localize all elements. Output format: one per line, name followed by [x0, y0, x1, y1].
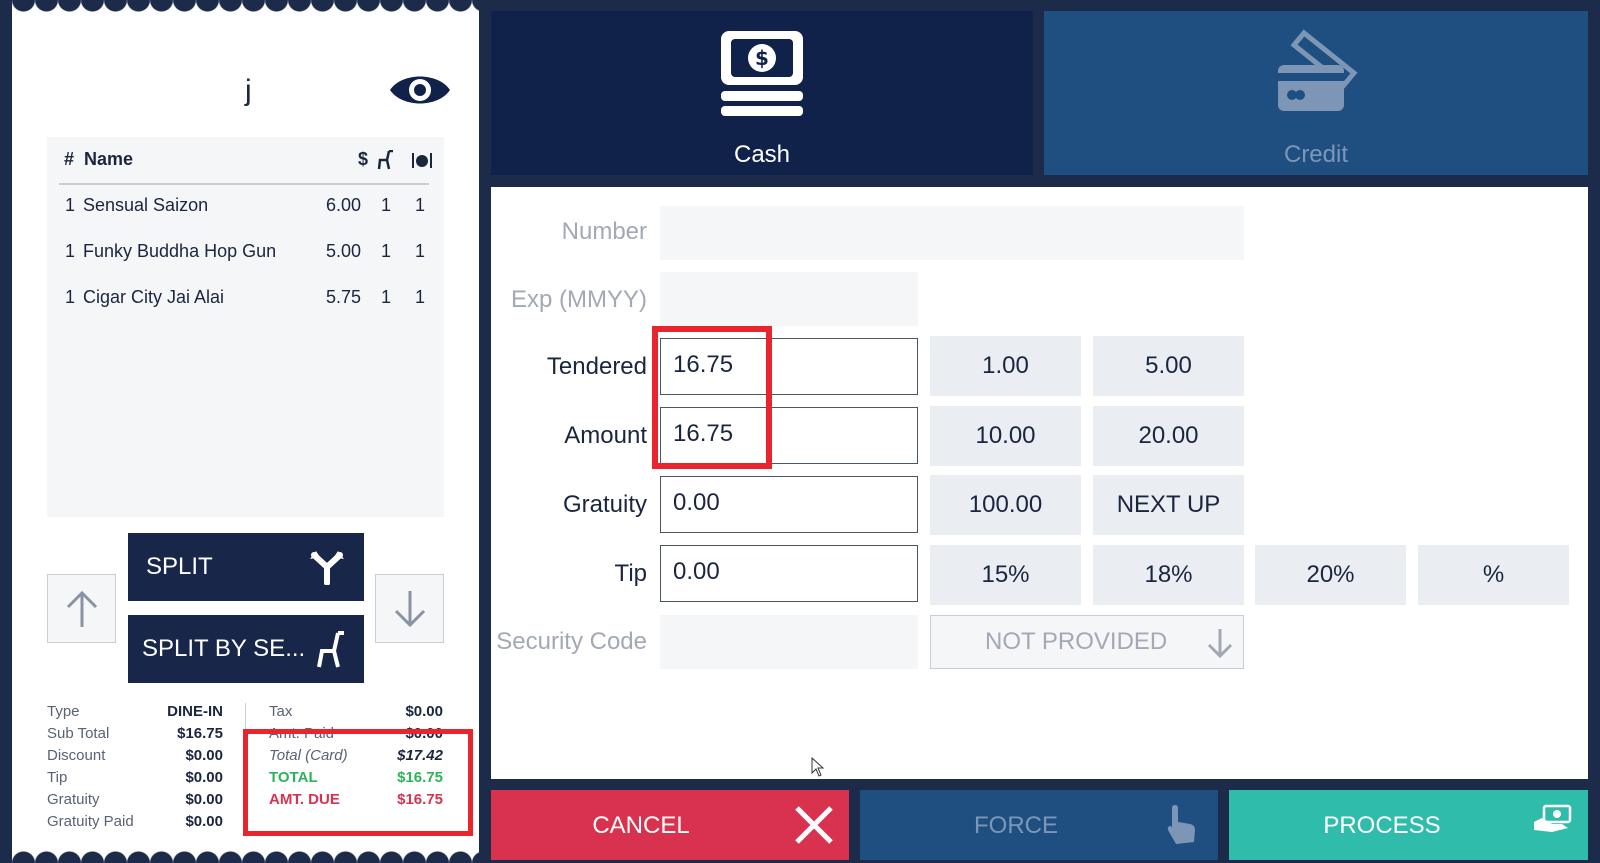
quick-amount-button[interactable]: 10.00 [930, 406, 1081, 466]
header-name: Name [84, 149, 134, 169]
amount-label: Amount [564, 422, 647, 449]
exp-label: Exp (MMYY) [510, 286, 647, 313]
item-name: Cigar City Jai Alai [83, 287, 225, 307]
summary-row: Discount $0.00 [47, 747, 223, 764]
split-icon [310, 551, 344, 585]
arrow-down-icon [1207, 629, 1233, 659]
tip-18-button[interactable]: 18% [1093, 545, 1244, 605]
tab-cash[interactable]: $ Cash [491, 11, 1033, 175]
item-qty: 1 [65, 241, 76, 261]
item-seat: 1 [381, 241, 392, 261]
mouse-cursor-icon [811, 757, 825, 777]
gratuity-field[interactable]: 0.00 [660, 476, 918, 533]
item-name: Funky Buddha Hop Gun [83, 241, 277, 261]
tab-credit-label: Credit [1283, 141, 1349, 168]
eye-icon[interactable] [388, 70, 452, 110]
gratuity-label: Gratuity [562, 491, 647, 518]
tip-15-button[interactable]: 15% [930, 545, 1081, 605]
order-items-list: # Name $ 1 Sensual Saizon 6.00 1 1 1 Fun… [47, 137, 444, 517]
item-course: 1 [415, 287, 426, 307]
close-icon [795, 806, 833, 844]
totals-highlight [243, 729, 473, 836]
summary-row: Type DINE-IN [47, 703, 223, 720]
scroll-down-button[interactable] [375, 574, 444, 643]
item-seat: 1 [381, 287, 392, 307]
next-up-button[interactable]: NEXT UP [1093, 475, 1244, 535]
receipt-edge-top [12, 0, 479, 12]
tip-custom-button[interactable]: % [1418, 545, 1569, 605]
item-name: Sensual Saizon [83, 195, 209, 215]
split-by-seat-label: SPLIT BY SE... [142, 635, 306, 662]
security-code-label: Security Code [496, 628, 647, 655]
header-num: # [64, 149, 75, 169]
number-field[interactable] [660, 206, 1244, 260]
item-qty: 1 [65, 195, 76, 215]
hand-pointer-icon [1167, 805, 1195, 844]
item-course: 1 [415, 195, 426, 215]
force-label: FORCE [974, 812, 1058, 839]
quick-amount-button[interactable]: 20.00 [1093, 406, 1244, 466]
process-button[interactable]: PROCESS [1229, 790, 1588, 860]
item-price: 5.75 [325, 287, 361, 307]
tab-credit[interactable]: Credit [1044, 11, 1588, 175]
item-price: 5.00 [325, 241, 361, 261]
tip-20-button[interactable]: 20% [1255, 545, 1406, 605]
split-button[interactable]: SPLIT [128, 533, 364, 601]
force-button[interactable]: FORCE [860, 790, 1218, 860]
svg-text:$: $ [755, 46, 769, 70]
quick-amount-button[interactable]: 5.00 [1093, 336, 1244, 396]
tender-highlight [652, 326, 772, 469]
header-price: $ [358, 149, 369, 169]
item-price: 6.00 [325, 195, 361, 215]
summary-row: Gratuity Paid $0.00 [47, 813, 223, 830]
split-by-seat-button[interactable]: SPLIT BY SE... [128, 615, 364, 683]
summary-row: Tax $0.00 [269, 703, 443, 720]
items-header: # Name $ [59, 149, 432, 185]
security-code-select[interactable]: NOT PROVIDED [930, 615, 1244, 669]
seat-icon [317, 631, 344, 668]
list-item[interactable]: 1 Cigar City Jai Alai 5.75 1 1 [65, 287, 435, 317]
summary-row: Sub Total $16.75 [47, 725, 223, 742]
summary-row: Gratuity $0.00 [47, 791, 223, 808]
credit-card-icon [1278, 29, 1358, 111]
cancel-label: CANCEL [592, 812, 690, 839]
quick-amount-button[interactable]: 1.00 [930, 336, 1081, 396]
course-icon [412, 153, 432, 168]
cash-icon: $ [721, 31, 803, 116]
number-label: Number [561, 218, 647, 245]
tab-cash-label: Cash [733, 141, 791, 168]
quick-amount-button[interactable]: 100.00 [930, 475, 1081, 535]
tendered-label: Tendered [546, 353, 647, 380]
receipt-panel: j # Name $ 1 Sensual Saizon 6.00 1 1 1 F… [12, 0, 479, 863]
cancel-button[interactable]: CANCEL [491, 790, 849, 860]
process-label: PROCESS [1323, 812, 1441, 839]
security-code-field[interactable] [660, 615, 918, 669]
arrow-up-icon [66, 590, 97, 627]
order-name: j [245, 74, 252, 107]
item-course: 1 [415, 241, 426, 261]
item-qty: 1 [65, 287, 76, 307]
scroll-up-button[interactable] [47, 574, 116, 643]
arrow-down-icon [394, 590, 425, 627]
list-item[interactable]: 1 Sensual Saizon 6.00 1 1 [65, 195, 435, 225]
split-label: SPLIT [146, 553, 213, 580]
receipt-edge-bottom [12, 851, 479, 863]
summary-row: Tip $0.00 [47, 769, 223, 786]
exp-field[interactable] [660, 272, 918, 326]
list-item[interactable]: 1 Funky Buddha Hop Gun 5.00 1 1 [65, 241, 435, 271]
cash-hand-icon [1534, 804, 1572, 832]
seat-icon [377, 150, 393, 170]
item-seat: 1 [381, 195, 392, 215]
tip-label: Tip [614, 560, 647, 587]
tip-field[interactable]: 0.00 [660, 545, 918, 602]
security-code-value: NOT PROVIDED [985, 628, 1168, 655]
